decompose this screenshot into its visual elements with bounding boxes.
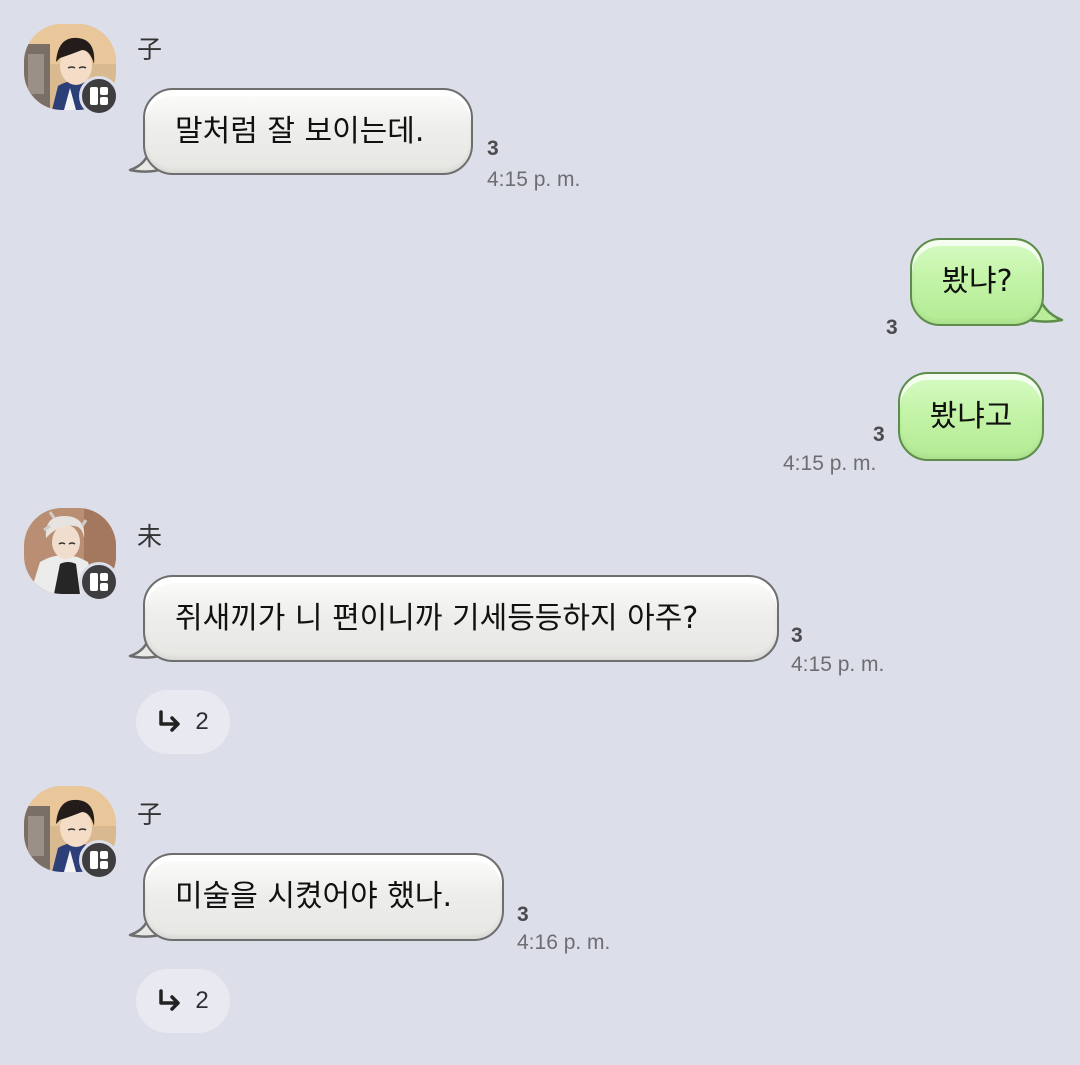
read-count: 3 bbox=[517, 903, 529, 926]
sender-name: 未 bbox=[137, 522, 163, 551]
thread-replies-button[interactable]: 2 bbox=[136, 969, 230, 1033]
message-text: 말처럼 잘 보이는데. bbox=[175, 113, 425, 149]
read-count: 3 bbox=[873, 423, 885, 446]
sender-name: 子 bbox=[137, 800, 163, 829]
timestamp: 4:16 p. m. bbox=[517, 931, 611, 954]
app-grid-icon bbox=[79, 840, 119, 880]
thread-replies-button[interactable]: 2 bbox=[136, 690, 230, 754]
message-bubble[interactable]: 미술을 시켰어야 했나. bbox=[143, 853, 504, 941]
read-count: 3 bbox=[487, 137, 499, 160]
message-text: 봤냐? bbox=[941, 264, 1013, 299]
reply-arrow-icon bbox=[159, 710, 181, 732]
message-bubble[interactable]: 봤냐? bbox=[910, 238, 1044, 326]
app-grid-icon bbox=[79, 562, 119, 602]
app-grid-icon bbox=[79, 76, 119, 116]
message-bubble[interactable]: 봤냐고 bbox=[898, 372, 1044, 461]
message-text: 미술을 시켰어야 했나. bbox=[175, 879, 453, 914]
timestamp: 4:15 p. m. bbox=[791, 653, 885, 676]
timestamp: 4:15 p. m. bbox=[487, 168, 581, 191]
message-bubble[interactable]: 쥐새끼가 니 편이니까 기세등등하지 아주? bbox=[143, 575, 779, 662]
reply-arrow-icon bbox=[159, 989, 181, 1011]
read-count: 3 bbox=[791, 624, 803, 647]
reply-count: 2 bbox=[195, 708, 209, 735]
timestamp: 4:15 p. m. bbox=[783, 452, 877, 475]
sender-name: 子 bbox=[137, 35, 163, 64]
chat-area: 子 말처럼 잘 보이는데. 3 4:15 p. m. 봤냐? 3 봤냐고 3 4… bbox=[0, 0, 1080, 1065]
message-text: 봤냐고 bbox=[929, 398, 1013, 434]
message-bubble[interactable]: 말처럼 잘 보이는데. bbox=[143, 88, 473, 175]
message-text: 쥐새끼가 니 편이니까 기세등등하지 아주? bbox=[175, 600, 699, 636]
read-count: 3 bbox=[886, 316, 898, 339]
reply-count: 2 bbox=[195, 987, 209, 1014]
